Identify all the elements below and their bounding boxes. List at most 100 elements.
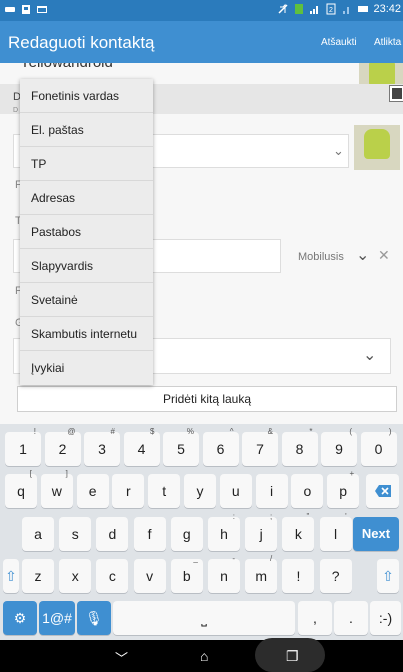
key[interactable]: n- (208, 554, 240, 593)
keyboard-row: ⚙ 1@# 🎙 ⎵,.:-) (0, 601, 403, 637)
key[interactable]: e (76, 474, 109, 508)
key-label: x (71, 568, 79, 584)
message-icon (36, 3, 48, 15)
key[interactable]: r (112, 474, 145, 508)
key[interactable]: ? (319, 559, 352, 593)
done-button[interactable]: Atlikta (374, 37, 401, 48)
key-label: p (339, 483, 348, 499)
key[interactable]: w] (40, 469, 73, 508)
key[interactable]: p + (327, 469, 360, 508)
key-alt-label: ) (388, 427, 392, 436)
key-alt-label: & (267, 427, 273, 436)
home-icon[interactable]: ⌂ (200, 648, 208, 664)
popup-item[interactable]: Slapyvardis (20, 249, 153, 283)
space-icon: ⎵ (201, 610, 207, 626)
key-label: 5 (177, 441, 185, 457)
navigation-bar: ﹀ ⌂ ❐ (0, 638, 403, 672)
keyboard-row: 1! 2 @3 #4 $5% 6 ^ 7 & 8 * 9(0) (0, 427, 403, 468)
key-label: 4 (137, 441, 146, 457)
key[interactable]: m / (245, 554, 278, 593)
key-label: m (255, 568, 268, 584)
page-title: Redaguoti kontaktą (8, 33, 155, 52)
key[interactable]: 1! (5, 427, 41, 466)
key-alt-label: ( (349, 427, 352, 436)
popup-item[interactable]: Svetainė (20, 283, 153, 317)
key[interactable]: 7 & (242, 427, 278, 466)
comma-key[interactable]: , (298, 601, 332, 635)
popup-item[interactable]: TP (20, 147, 153, 181)
shift-left-key[interactable]: ⇧ (3, 559, 19, 593)
key[interactable]: 4 $ (123, 427, 160, 466)
key[interactable]: g (170, 517, 203, 551)
key[interactable]: 3 # (84, 427, 120, 466)
backspace-key[interactable] (366, 474, 399, 508)
key[interactable]: 2 @ (44, 427, 81, 466)
key[interactable]: 5% (163, 427, 199, 466)
mute-icon (277, 3, 289, 15)
period-key[interactable]: . (334, 601, 368, 635)
shift-right-key[interactable]: ⇧ (377, 559, 399, 593)
key-alt-label: ; (269, 512, 273, 521)
key[interactable]: d (96, 517, 129, 551)
recents-icon[interactable]: ❐ (286, 648, 299, 665)
cancel-button[interactable]: Atšaukti (321, 37, 357, 48)
key[interactable]: o (291, 474, 324, 508)
voice-key[interactable]: 🎙 (77, 601, 111, 635)
group-chevron-icon[interactable]: ⌄ (363, 345, 376, 365)
popup-item[interactable]: Pastabos (20, 215, 153, 249)
symbols-key[interactable]: 1@# (39, 601, 75, 635)
key[interactable]: 9( (321, 427, 357, 466)
key[interactable]: l ' (319, 512, 352, 551)
key[interactable]: q[ (5, 469, 37, 508)
microphone-icon: 🎙 (85, 610, 103, 626)
key[interactable]: f (133, 517, 166, 551)
key[interactable]: t (148, 474, 181, 508)
key-label: ? (331, 568, 340, 584)
popup-item[interactable]: El. paštas (20, 113, 153, 147)
key[interactable]: k " (282, 512, 315, 551)
next-key[interactable]: Next (353, 517, 399, 551)
key[interactable]: a (22, 517, 54, 551)
key[interactable]: h: (208, 512, 240, 551)
key[interactable]: u (219, 474, 252, 508)
gear-icon: ⚙ (13, 610, 27, 626)
battery-charge-icon (293, 3, 305, 15)
key[interactable]: b _ (170, 554, 203, 593)
key[interactable]: x (59, 559, 92, 593)
key[interactable]: i (255, 474, 288, 508)
key[interactable]: y (184, 474, 216, 508)
action-bar: Redaguoti kontaktą Atšaukti Atlikta (0, 21, 403, 63)
account-photo[interactable] (354, 125, 400, 170)
back-icon[interactable]: ﹀ (115, 648, 128, 667)
settings-key[interactable]: ⚙ (3, 601, 37, 635)
key-label: 9 (335, 441, 343, 457)
key-alt-label: % (186, 427, 194, 436)
key[interactable]: c (96, 559, 129, 593)
popup-item[interactable]: Įvykiai (20, 351, 153, 385)
key[interactable]: z (22, 559, 54, 593)
chevron-down-icon[interactable]: ⌄ (333, 143, 344, 159)
popup-item[interactable]: Adresas (20, 181, 153, 215)
key[interactable]: 8 * (281, 427, 318, 466)
key[interactable]: v (133, 559, 166, 593)
space-key[interactable]: ⎵ (113, 601, 295, 635)
name-field-partial[interactable]: Yellowandroid (20, 63, 113, 71)
image-icon (20, 3, 32, 15)
popup-item[interactable]: Fonetinis vardas (20, 79, 153, 113)
key[interactable]: ! (282, 559, 315, 593)
key[interactable]: 6 ^ (202, 427, 239, 466)
keyboard-row: a s d f g h: j; k " l ' Next (0, 512, 403, 553)
key-label: o (303, 483, 312, 499)
popup-item[interactable]: Skambutis internetu (20, 317, 153, 351)
screen: 2 23:42 Redaguoti kontaktą Atšaukti Atli… (0, 0, 403, 672)
phone-type[interactable]: Mobilusis (298, 251, 344, 263)
key-label: 2 (58, 441, 67, 457)
key[interactable]: 0) (360, 427, 397, 466)
remove-phone-icon[interactable]: ✕ (378, 247, 390, 264)
add-field-button[interactable]: Pridėti kitą lauką (17, 386, 397, 412)
key-label: g (182, 526, 191, 542)
smiley-key[interactable]: :-) (370, 601, 401, 635)
key[interactable]: s (59, 517, 92, 551)
key[interactable]: j; (245, 512, 278, 551)
phone-type-chevron-icon[interactable]: ⌄ (356, 245, 369, 265)
